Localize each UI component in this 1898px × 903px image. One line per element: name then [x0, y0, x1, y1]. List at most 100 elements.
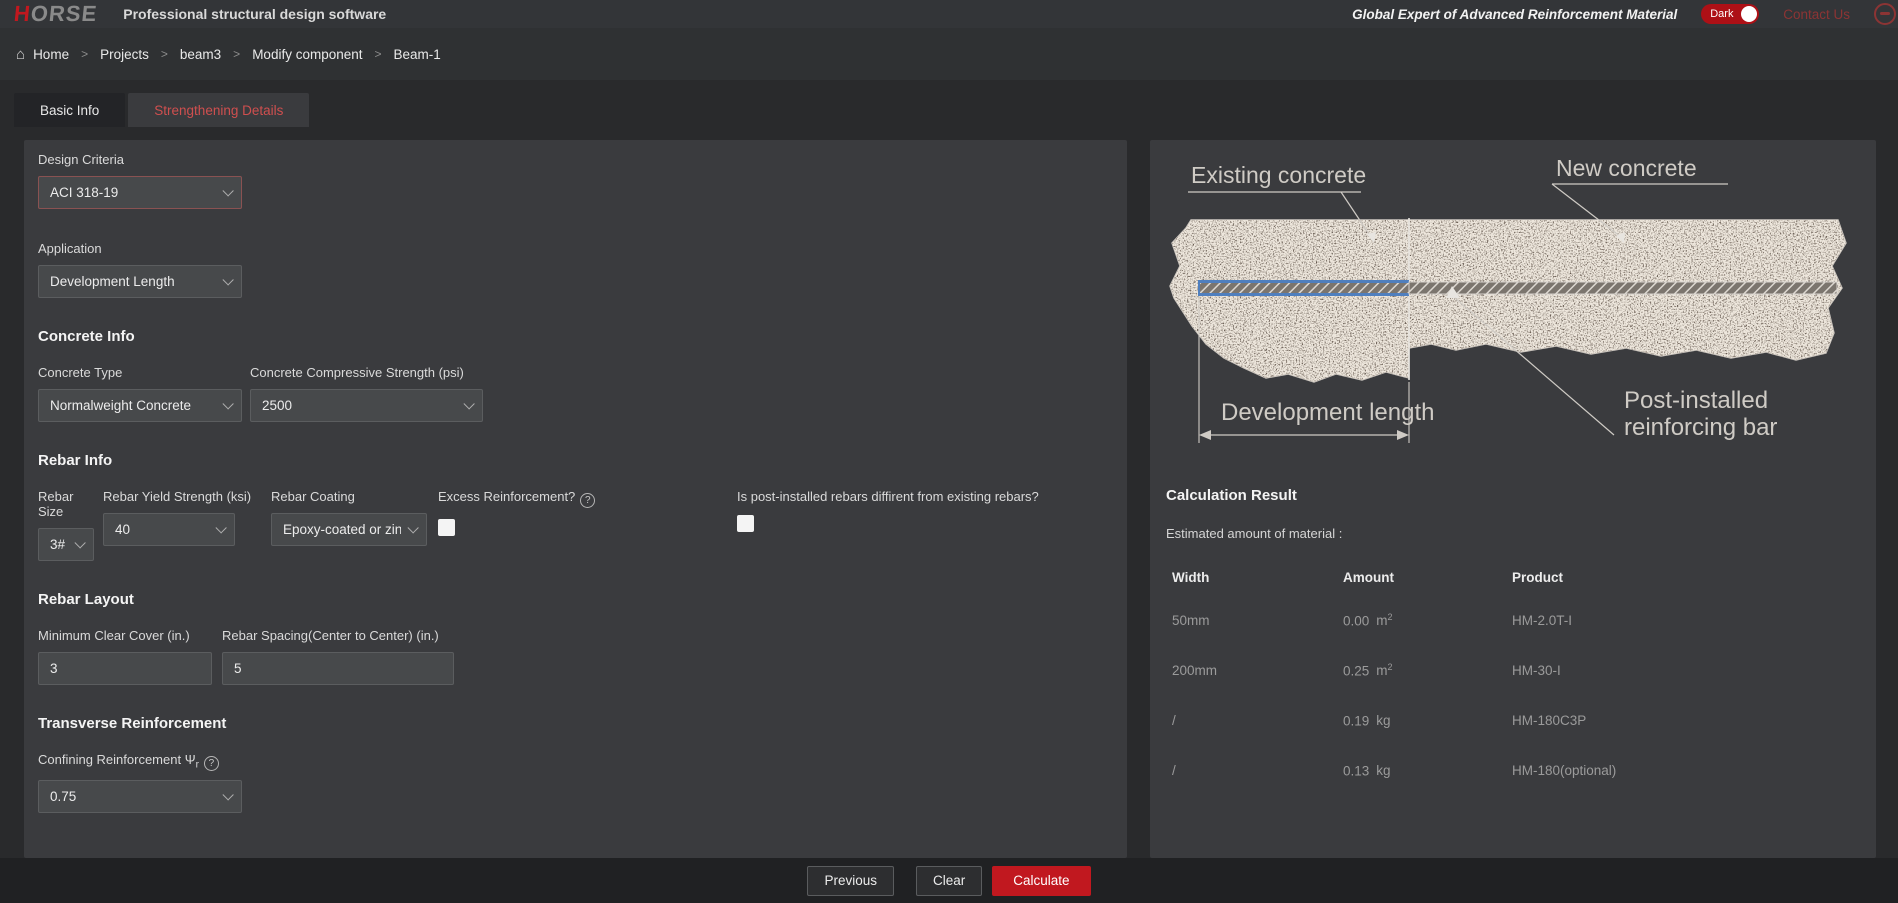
tab-bar: Basic Info Strengthening Details — [14, 93, 309, 127]
rebar-coating-label: Rebar Coating — [271, 489, 427, 504]
development-length-diagram: Existing concrete New concrete Developme… — [1166, 148, 1856, 458]
help-icon[interactable]: ? — [204, 756, 219, 771]
help-icon[interactable]: ? — [580, 493, 595, 508]
design-criteria-value: ACI 318-19 — [50, 185, 118, 200]
concrete-strength-label: Concrete Compressive Strength (psi) — [250, 365, 483, 380]
cell-product: HM-180(optional) — [1512, 763, 1860, 778]
table-row: 200mm 0.25m2 HM-30-I — [1166, 645, 1860, 695]
min-clear-cover-input[interactable]: 3 — [38, 652, 212, 685]
cell-product: HM-30-I — [1512, 663, 1860, 678]
concrete-type-value: Normalweight Concrete — [50, 398, 191, 413]
rebar-spacing-input[interactable]: 5 — [222, 652, 454, 685]
chevron-down-icon — [463, 398, 474, 409]
table-row: / 0.13kg HM-180(optional) — [1166, 745, 1860, 795]
post-installed-question-label: Is post-installed rebars diffirent from … — [737, 489, 1039, 504]
home-icon[interactable]: ⌂ — [16, 46, 25, 63]
concrete-type-field: Concrete Type Normalweight Concrete — [38, 365, 242, 422]
cell-product: HM-2.0T-I — [1512, 613, 1860, 628]
brand-tagline: Global Expert of Advanced Reinforcement … — [1352, 7, 1677, 22]
rebar-coating-field: Rebar Coating Epoxy-coated or zinc a... — [271, 489, 427, 561]
post-installed-question-field: Is post-installed rebars diffirent from … — [737, 489, 1039, 561]
rebar-yield-select[interactable]: 40 — [103, 513, 235, 546]
logo-gray-part: ORSE — [30, 3, 99, 25]
tab-basic-info[interactable]: Basic Info — [14, 93, 125, 127]
application-label: Application — [38, 241, 1113, 256]
new-concrete-label: New concrete — [1556, 155, 1697, 181]
post-installed-label-line2: reinforcing bar — [1624, 414, 1777, 441]
rebar-yield-field: Rebar Yield Strength (ksi) 40 — [103, 489, 235, 561]
horse-logo[interactable]: H ORSE — [13, 3, 99, 25]
calculate-button[interactable]: Calculate — [992, 866, 1090, 896]
application-select[interactable]: Development Length — [38, 265, 242, 298]
rebar-size-field: Rebar Size 3# — [38, 489, 94, 561]
concrete-type-label: Concrete Type — [38, 365, 242, 380]
existing-concrete-label: Existing concrete — [1191, 162, 1366, 188]
col-amount: Amount — [1343, 570, 1512, 585]
tab-strengthening-details[interactable]: Strengthening Details — [128, 93, 309, 127]
rebar-size-select[interactable]: 3# — [38, 528, 94, 561]
breadcrumb-modify-component[interactable]: Modify component — [252, 47, 362, 62]
rebar-size-value: 3# — [50, 537, 65, 552]
rebar-size-label: Rebar Size — [38, 489, 94, 519]
rebar-coating-select[interactable]: Epoxy-coated or zinc a... — [271, 513, 427, 546]
confining-reinforcement-select[interactable]: 0.75 — [38, 780, 242, 813]
toggle-knob — [1741, 6, 1757, 22]
post-installed-label-line1: Post-installed — [1624, 387, 1768, 414]
development-length-label: Development length — [1221, 399, 1434, 426]
dark-mode-toggle[interactable]: Dark — [1701, 4, 1759, 24]
previous-button[interactable]: Previous — [807, 866, 894, 896]
material-table-header: Width Amount Product — [1166, 559, 1860, 595]
clear-button[interactable]: Clear — [916, 866, 982, 896]
results-panel: Existing concrete New concrete Developme… — [1150, 140, 1876, 858]
design-criteria-label: Design Criteria — [38, 152, 1113, 167]
action-footer: Previous Clear Calculate — [0, 858, 1898, 903]
chevron-down-icon — [222, 185, 233, 196]
breadcrumb-home[interactable]: Home — [33, 47, 69, 62]
chevron-down-icon — [222, 789, 233, 800]
cell-amount: 0.25m2 — [1343, 662, 1512, 679]
contact-us-link[interactable]: Contact Us — [1783, 7, 1850, 22]
toggle-label: Dark — [1710, 8, 1733, 20]
design-criteria-select[interactable]: ACI 318-19 — [38, 176, 242, 209]
concrete-strength-field: Concrete Compressive Strength (psi) 2500 — [250, 365, 483, 422]
chevron-down-icon — [222, 398, 233, 409]
col-product: Product — [1512, 570, 1860, 585]
user-avatar-icon[interactable] — [1874, 3, 1896, 25]
breadcrumb-separator: > — [81, 47, 88, 61]
rebar-yield-label: Rebar Yield Strength (ksi) — [103, 489, 235, 504]
calculation-result-heading: Calculation Result — [1166, 487, 1860, 504]
cell-amount: 0.00m2 — [1343, 612, 1512, 629]
excess-reinforcement-label: Excess Reinforcement?? — [438, 489, 737, 508]
excess-reinforcement-checkbox[interactable] — [438, 519, 455, 536]
cell-width: 50mm — [1172, 613, 1343, 628]
breadcrumb-separator: > — [233, 47, 240, 61]
estimated-material-label: Estimated amount of material : — [1166, 526, 1860, 541]
concrete-strength-select[interactable]: 2500 — [250, 389, 483, 422]
breadcrumb-separator: > — [161, 47, 168, 61]
confining-reinforcement-label: Confining Reinforcement Ψr? — [38, 752, 1113, 771]
table-row: / 0.19kg HM-180C3P — [1166, 695, 1860, 745]
rebar-info-heading: Rebar Info — [38, 452, 1113, 469]
chevron-down-icon — [407, 522, 418, 533]
table-row: 50mm 0.00m2 HM-2.0T-I — [1166, 595, 1860, 645]
material-table: Width Amount Product 50mm 0.00m2 HM-2.0T… — [1166, 559, 1860, 795]
chevron-down-icon — [74, 537, 85, 548]
rebar-spacing-field: Rebar Spacing(Center to Center) (in.) 5 — [222, 628, 454, 685]
breadcrumb-beam3[interactable]: beam3 — [180, 47, 221, 62]
application-value: Development Length — [50, 274, 175, 289]
post-installed-rebar — [1198, 280, 1837, 296]
col-width: Width — [1172, 570, 1343, 585]
concrete-type-select[interactable]: Normalweight Concrete — [38, 389, 242, 422]
cell-width: / — [1172, 763, 1343, 778]
concrete-info-heading: Concrete Info — [38, 328, 1113, 345]
min-clear-cover-field: Minimum Clear Cover (in.) 3 — [38, 628, 212, 685]
post-installed-question-checkbox[interactable] — [737, 515, 754, 532]
rebar-yield-value: 40 — [115, 522, 130, 537]
transverse-reinforcement-heading: Transverse Reinforcement — [38, 715, 1113, 732]
concrete-strength-value: 2500 — [262, 398, 292, 413]
chevron-down-icon — [215, 522, 226, 533]
cell-product: HM-180C3P — [1512, 713, 1860, 728]
breadcrumb-projects[interactable]: Projects — [100, 47, 149, 62]
cell-amount: 0.19kg — [1343, 712, 1512, 729]
breadcrumb-beam-1[interactable]: Beam-1 — [394, 47, 441, 62]
